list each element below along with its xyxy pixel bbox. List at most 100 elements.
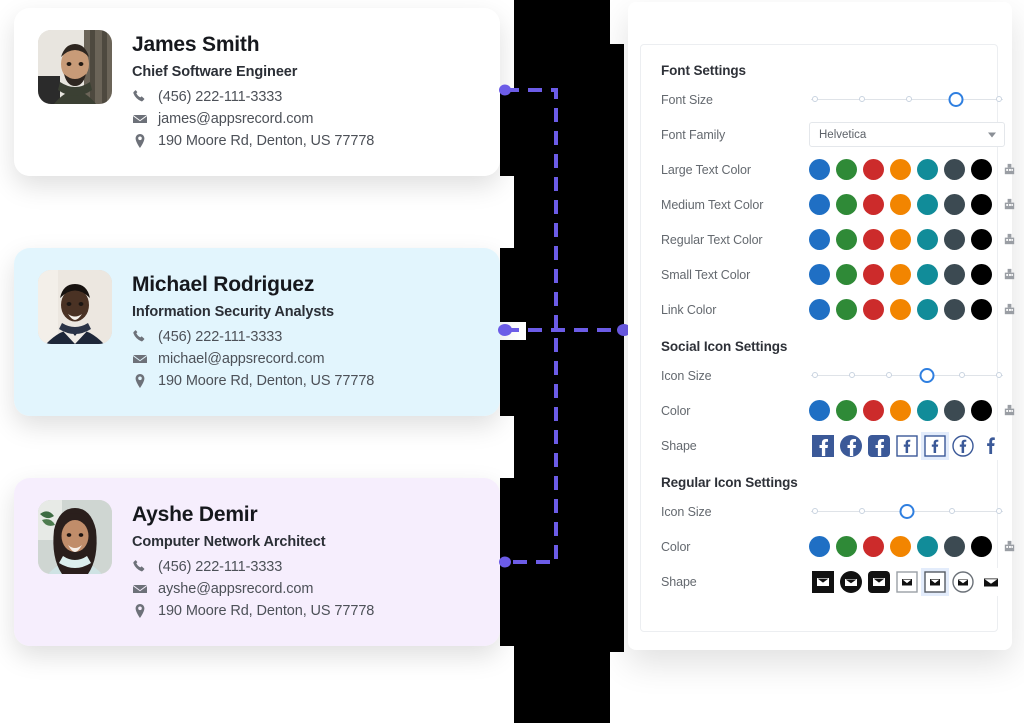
color-swatch-black[interactable] [971, 229, 992, 250]
color-swatch-orange[interactable] [890, 159, 911, 180]
slider-tick[interactable] [858, 95, 865, 102]
mail-circle-solid-icon[interactable] [837, 567, 865, 596]
color-swatch-green[interactable] [836, 159, 857, 180]
color-swatch-group [809, 536, 1017, 557]
color-swatch-teal[interactable] [917, 536, 938, 557]
color-swatch-slate[interactable] [944, 299, 965, 320]
color-swatch-slate[interactable] [944, 159, 965, 180]
slider-tick[interactable] [811, 371, 818, 378]
facebook-rounded-solid-icon[interactable] [865, 431, 893, 460]
font-size-slider[interactable] [809, 91, 1005, 109]
mail-circle-outline-icon[interactable] [949, 567, 977, 596]
mail-rounded-solid-icon[interactable] [865, 567, 893, 596]
color-swatch-orange[interactable] [890, 229, 911, 250]
color-swatch-orange[interactable] [890, 536, 911, 557]
color-picker-icon[interactable] [1002, 162, 1017, 177]
slider-tick[interactable] [949, 507, 956, 514]
mail-glyph-only-icon[interactable] [977, 567, 1005, 596]
color-swatch-red[interactable] [863, 264, 884, 285]
slider-tick[interactable] [905, 95, 912, 102]
color-swatch-teal[interactable] [917, 299, 938, 320]
color-picker-icon[interactable] [1002, 539, 1017, 554]
color-swatch-blue[interactable] [809, 299, 830, 320]
color-picker-icon[interactable] [1002, 302, 1017, 317]
color-swatch-red[interactable] [863, 400, 884, 421]
color-swatch-group [809, 299, 1017, 320]
color-swatch-slate[interactable] [944, 536, 965, 557]
color-swatch-teal[interactable] [917, 194, 938, 215]
facebook-circle-outline-icon[interactable] [949, 431, 977, 460]
regular-text-color-label: Regular Text Color [661, 232, 763, 247]
facebook-letter-only-icon[interactable] [977, 431, 1005, 460]
color-swatch-black[interactable] [971, 159, 992, 180]
slider-tick[interactable] [958, 371, 965, 378]
color-swatch-green[interactable] [836, 229, 857, 250]
color-picker-icon[interactable] [1002, 232, 1017, 247]
slider-tick[interactable] [858, 507, 865, 514]
color-swatch-green[interactable] [836, 264, 857, 285]
slider-tick[interactable] [886, 371, 893, 378]
regular-color-label: Color [661, 539, 691, 554]
slider-tick[interactable] [996, 507, 1003, 514]
color-swatch-black[interactable] [971, 400, 992, 421]
color-swatch-blue[interactable] [809, 159, 830, 180]
slider-knob[interactable] [899, 503, 915, 519]
color-swatch-black[interactable] [971, 299, 992, 320]
color-swatch-slate[interactable] [944, 229, 965, 250]
color-swatch-blue[interactable] [809, 194, 830, 215]
facebook-square-outline-selected-icon[interactable] [921, 431, 949, 460]
slider-tick[interactable] [996, 371, 1003, 378]
regular-icon-size-slider[interactable] [809, 503, 1005, 521]
color-picker-icon[interactable] [1002, 197, 1017, 212]
color-swatch-red[interactable] [863, 299, 884, 320]
color-picker-icon[interactable] [1002, 403, 1017, 418]
social-icon-size-label: Icon Size [661, 368, 712, 383]
color-swatch-teal[interactable] [917, 400, 938, 421]
slider-knob[interactable] [948, 91, 964, 107]
facebook-circle-solid-icon[interactable] [837, 431, 865, 460]
color-swatch-orange[interactable] [890, 194, 911, 215]
color-swatch-blue[interactable] [809, 229, 830, 250]
color-swatch-blue[interactable] [809, 264, 830, 285]
color-swatch-red[interactable] [863, 194, 884, 215]
color-swatch-teal[interactable] [917, 264, 938, 285]
color-swatch-slate[interactable] [944, 194, 965, 215]
color-swatch-green[interactable] [836, 194, 857, 215]
slider-tick[interactable] [996, 95, 1003, 102]
mail-square-solid-icon[interactable] [809, 567, 837, 596]
regular-icon-size-row: Icon Size [661, 494, 1003, 529]
color-swatch-green[interactable] [836, 299, 857, 320]
facebook-square-outline-icon[interactable] [893, 431, 921, 460]
mail-square-outline-selected-icon[interactable] [921, 567, 949, 596]
color-swatch-teal[interactable] [917, 159, 938, 180]
color-swatch-blue[interactable] [809, 400, 830, 421]
font-settings-heading: Font Settings [661, 63, 746, 78]
slider-knob[interactable] [919, 367, 935, 383]
color-swatch-slate[interactable] [944, 400, 965, 421]
color-swatch-black[interactable] [971, 536, 992, 557]
small-text-color-row: Small Text Color [661, 257, 1015, 292]
color-swatch-black[interactable] [971, 194, 992, 215]
color-picker-icon[interactable] [1002, 267, 1017, 282]
color-swatch-red[interactable] [863, 536, 884, 557]
mail-square-outline-icon[interactable] [893, 567, 921, 596]
social-icon-size-row: Icon Size [661, 358, 1003, 393]
facebook-square-solid-icon[interactable] [809, 431, 837, 460]
slider-tick[interactable] [849, 371, 856, 378]
color-swatch-green[interactable] [836, 400, 857, 421]
social-icon-size-slider[interactable] [809, 367, 1005, 385]
color-swatch-orange[interactable] [890, 400, 911, 421]
color-swatch-red[interactable] [863, 159, 884, 180]
color-swatch-black[interactable] [971, 264, 992, 285]
color-swatch-slate[interactable] [944, 264, 965, 285]
color-swatch-orange[interactable] [890, 264, 911, 285]
color-swatch-red[interactable] [863, 229, 884, 250]
regular-shape-group [809, 567, 1005, 596]
color-swatch-green[interactable] [836, 536, 857, 557]
color-swatch-blue[interactable] [809, 536, 830, 557]
color-swatch-orange[interactable] [890, 299, 911, 320]
slider-tick[interactable] [811, 95, 818, 102]
color-swatch-teal[interactable] [917, 229, 938, 250]
slider-tick[interactable] [811, 507, 818, 514]
font-family-select[interactable]: Helvetica [809, 122, 1005, 147]
